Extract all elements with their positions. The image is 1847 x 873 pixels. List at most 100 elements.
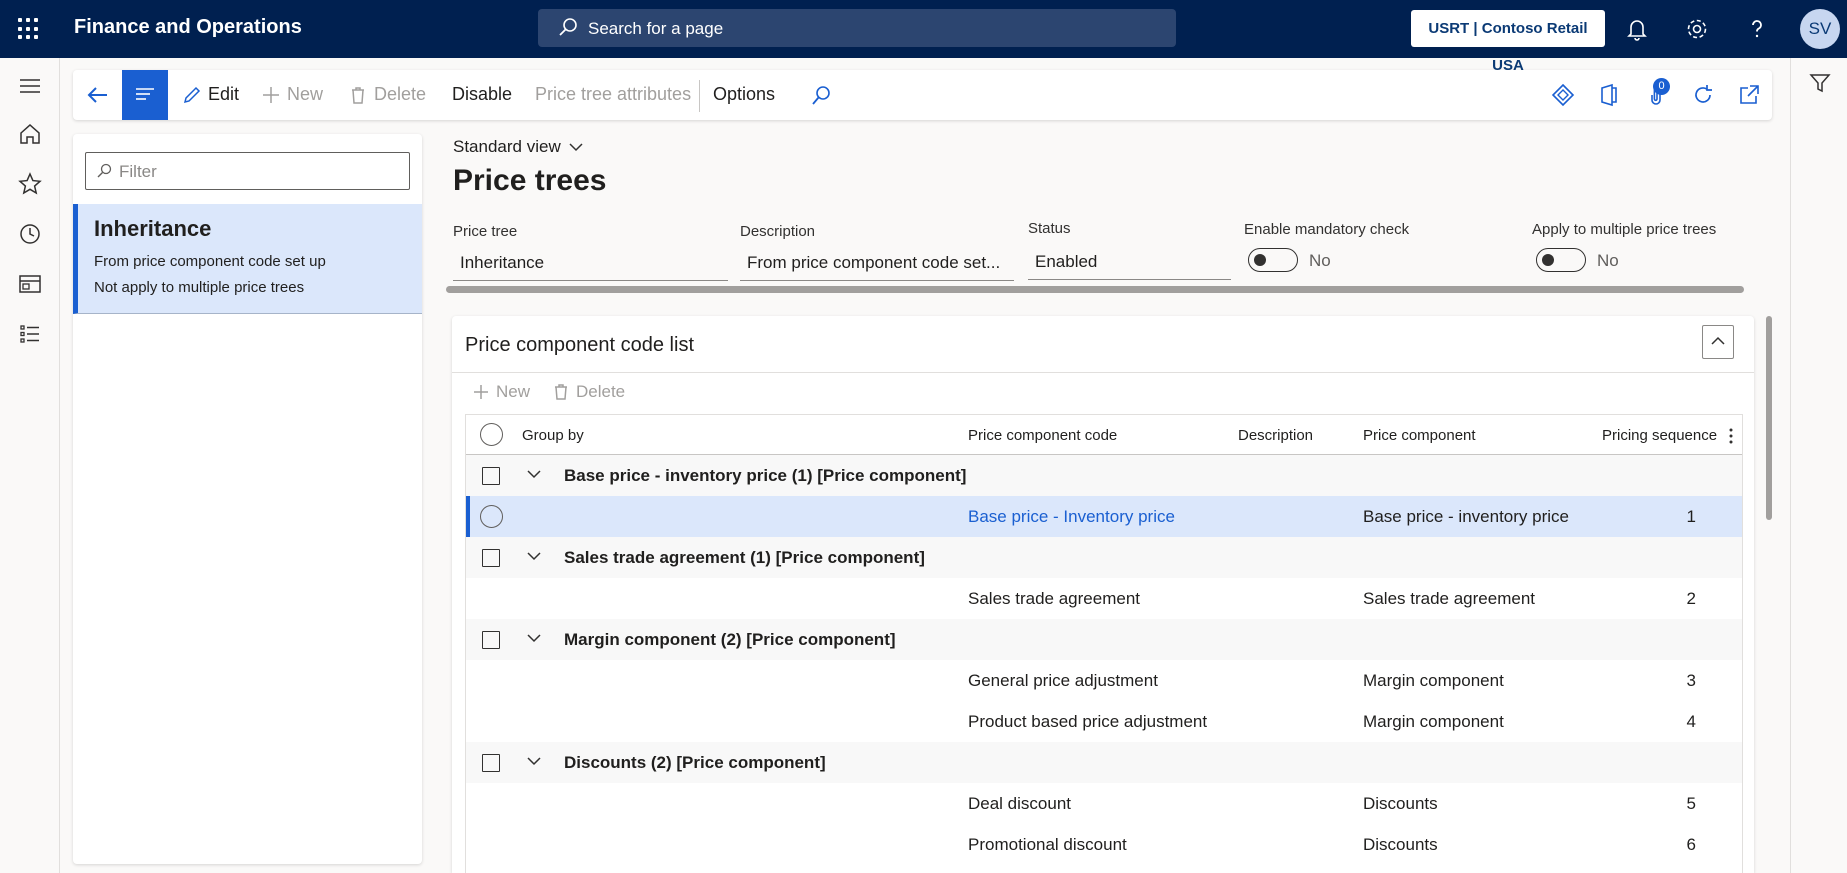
view-selector[interactable]: Standard view — [453, 137, 583, 157]
modules-list-icon[interactable] — [18, 322, 42, 346]
row-checkbox[interactable] — [482, 631, 500, 649]
description-field[interactable]: From price component code set... — [740, 243, 1014, 281]
view-name: Standard view — [453, 137, 561, 156]
action-menu-button[interactable] — [122, 70, 168, 120]
price-component-code-cell[interactable]: Promotional discount — [968, 835, 1127, 855]
page-title: Price trees — [453, 164, 607, 197]
more-options-icon[interactable] — [1728, 427, 1734, 445]
header-horizontal-scrollbar[interactable] — [446, 286, 1744, 293]
action-search-icon[interactable] — [810, 85, 832, 107]
mandatory-check-toggle[interactable] — [1248, 248, 1298, 272]
price-component-cell: Sales trade agreement — [1363, 589, 1535, 608]
table-row[interactable]: Promotional discount Discounts 6 — [466, 824, 1742, 865]
price-component-code-cell[interactable]: Product based price adjustment — [968, 712, 1207, 732]
price-component-code-link[interactable]: Base price - Inventory price — [968, 507, 1175, 527]
app-title[interactable]: Finance and Operations — [74, 16, 302, 39]
top-bar: Finance and Operations Search for a page… — [0, 0, 1847, 74]
row-checkbox[interactable] — [482, 467, 500, 485]
chevron-down-icon[interactable] — [526, 755, 542, 767]
page-search-box[interactable]: Search for a page — [538, 9, 1176, 47]
action-separator — [699, 80, 700, 112]
filter-placeholder: Filter — [119, 162, 157, 181]
open-new-window-icon[interactable] — [1737, 83, 1761, 107]
pencil-icon — [183, 86, 201, 103]
price-tree-attributes-button[interactable]: Price tree attributes — [535, 84, 691, 105]
price-component-code-cell[interactable]: General price adjustment — [968, 671, 1158, 691]
row-checkbox[interactable] — [482, 549, 500, 567]
price-component-code-grid: Group by Price component code Descriptio… — [465, 414, 1743, 873]
table-row[interactable]: Deal discount Discounts 5 — [466, 783, 1742, 824]
price-component-code-cell[interactable]: Sales trade agreement — [968, 589, 1140, 609]
table-row[interactable]: Base price - Inventory price Base price … — [466, 496, 1742, 537]
edit-button[interactable]: Edit — [182, 84, 239, 105]
action-pane: Edit New Delete Disable Price tree attri… — [73, 70, 1772, 120]
group-label: Discounts (2) [Price component] — [564, 753, 826, 772]
power-apps-diamond-icon[interactable] — [1551, 83, 1575, 107]
price-tree-attributes-label: Price tree attributes — [535, 84, 692, 104]
group-row[interactable]: Margin component (2) [Price component] — [466, 619, 1742, 660]
group-row[interactable]: Sales trade agreement (1) [Price compone… — [466, 537, 1742, 578]
chevron-down-icon — [569, 143, 583, 152]
search-icon — [559, 18, 577, 36]
table-row[interactable]: Product based price adjustment Margin co… — [466, 701, 1742, 742]
price-tree-label: Price tree — [453, 223, 518, 240]
plus-icon — [263, 86, 279, 103]
price-component-cell: Margin component — [1363, 712, 1504, 731]
chevron-down-icon[interactable] — [526, 632, 542, 644]
price-component-cell: Discounts — [1363, 835, 1438, 854]
column-header-description[interactable]: Description — [1238, 427, 1313, 444]
list-item[interactable]: Inheritance From price component code se… — [73, 204, 422, 314]
office-icon[interactable] — [1597, 83, 1621, 107]
favorites-star-icon[interactable] — [18, 172, 42, 196]
chevron-down-icon[interactable] — [526, 550, 542, 562]
filter-funnel-icon[interactable] — [1809, 72, 1831, 94]
group-row[interactable]: Discounts (2) [Price component] — [466, 742, 1742, 783]
table-row[interactable]: General price adjustment Margin componen… — [466, 660, 1742, 701]
grid-new-label: New — [496, 382, 531, 401]
app-launcher-icon[interactable] — [18, 18, 40, 40]
table-row[interactable]: Sales trade agreement Sales trade agreem… — [466, 578, 1742, 619]
grid-new-button[interactable]: New — [472, 382, 530, 402]
help-icon[interactable] — [1744, 16, 1770, 42]
row-checkbox[interactable] — [482, 754, 500, 772]
recent-clock-icon[interactable] — [18, 222, 42, 246]
column-header-sequence[interactable]: Pricing sequence — [1602, 427, 1717, 444]
section-title[interactable]: Price component code list — [465, 334, 694, 357]
attachments-count-badge: 0 — [1653, 78, 1670, 95]
chevron-down-icon[interactable] — [526, 468, 542, 480]
grid-delete-button[interactable]: Delete — [552, 382, 625, 402]
multiple-trees-toggle[interactable] — [1536, 248, 1586, 272]
pricing-sequence-cell: 4 — [1686, 712, 1696, 731]
home-icon[interactable] — [18, 122, 42, 146]
hamburger-menu-icon[interactable] — [18, 74, 42, 98]
refresh-icon[interactable] — [1691, 83, 1715, 107]
options-tab[interactable]: Options — [713, 84, 775, 105]
column-header-group-by[interactable]: Group by — [522, 427, 584, 444]
back-arrow-icon[interactable] — [85, 82, 111, 108]
new-button[interactable]: New — [261, 84, 323, 105]
price-component-code-cell[interactable]: Deal discount — [968, 794, 1071, 814]
status-label: Status — [1028, 220, 1071, 237]
row-select-radio[interactable] — [480, 505, 503, 528]
chevron-up-icon — [1711, 336, 1725, 345]
group-row[interactable]: Base price - inventory price (1) [Price … — [466, 455, 1742, 496]
workspaces-icon[interactable] — [18, 272, 42, 296]
trash-icon — [555, 384, 567, 400]
status-field[interactable]: Enabled — [1028, 242, 1231, 280]
column-header-code[interactable]: Price component code — [968, 427, 1117, 444]
disable-button[interactable]: Disable — [452, 84, 512, 105]
collapse-section-button[interactable] — [1702, 325, 1734, 359]
content-vertical-scrollbar[interactable] — [1766, 316, 1772, 520]
column-header-component[interactable]: Price component — [1363, 427, 1476, 444]
gear-icon[interactable] — [1684, 16, 1710, 42]
user-avatar[interactable]: SV — [1800, 9, 1840, 49]
price-tree-field[interactable]: Inheritance — [453, 243, 728, 281]
trash-icon — [352, 86, 364, 104]
delete-button[interactable]: Delete — [348, 84, 426, 105]
company-picker[interactable]: USRT | Contoso Retail USA — [1411, 10, 1605, 74]
bell-icon[interactable] — [1624, 16, 1650, 42]
pricing-sequence-cell: 6 — [1686, 835, 1696, 854]
group-label: Margin component (2) [Price component] — [564, 630, 896, 649]
filter-input[interactable]: Filter — [85, 152, 410, 190]
select-all-radio[interactable] — [480, 423, 503, 446]
